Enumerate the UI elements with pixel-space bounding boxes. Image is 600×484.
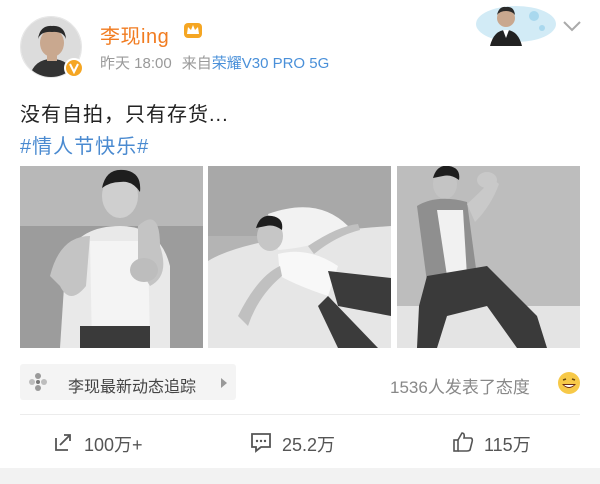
photo-lying-on-bed[interactable] (208, 166, 391, 348)
pinwheel-icon (28, 372, 48, 392)
divider (20, 414, 580, 415)
post-meta: 昨天 18:00 来自荣耀V30 PRO 5G (100, 52, 329, 73)
thumbs-up-icon (452, 431, 474, 453)
device-link[interactable]: 荣耀V30 PRO 5G (212, 55, 330, 72)
repost-count: 100万+ (84, 435, 143, 455)
repost-icon (52, 431, 74, 453)
comment-count: 25.2万 (282, 435, 336, 455)
reaction-count[interactable]: 1536人发表了态度 (390, 373, 530, 398)
feed-separator (0, 468, 600, 484)
decorative-card-art (472, 0, 558, 46)
photo-kneeling-pose[interactable] (397, 166, 580, 348)
username[interactable]: 李现ing (100, 20, 169, 49)
avatar[interactable] (20, 16, 84, 78)
crown-icon[interactable] (183, 20, 203, 40)
photo-boxing-pose[interactable] (20, 166, 203, 348)
like-count: 115万 (484, 435, 531, 455)
chevron-down-icon[interactable] (561, 18, 583, 34)
source-prefix: 来自 (181, 55, 212, 72)
comment-icon (250, 431, 272, 453)
laughing-emoji-icon[interactable] (557, 371, 581, 395)
triangle-right-icon (220, 376, 228, 388)
photo-grid (20, 166, 580, 348)
tracker-link[interactable]: 李现最新动态追踪 (20, 364, 236, 400)
post-text: 没有自拍，只有存货... (20, 104, 229, 126)
weibo-post-card: 李现ing 昨天 18:00 来自荣耀V30 PRO 5G 没有自拍，只有存货..… (0, 0, 600, 484)
tracker-label: 李现最新动态追踪 (68, 379, 197, 396)
verified-v-icon (64, 58, 84, 78)
hashtag-link[interactable]: #情人节快乐# (20, 130, 149, 159)
post-time: 昨天 18:00 (100, 55, 172, 72)
